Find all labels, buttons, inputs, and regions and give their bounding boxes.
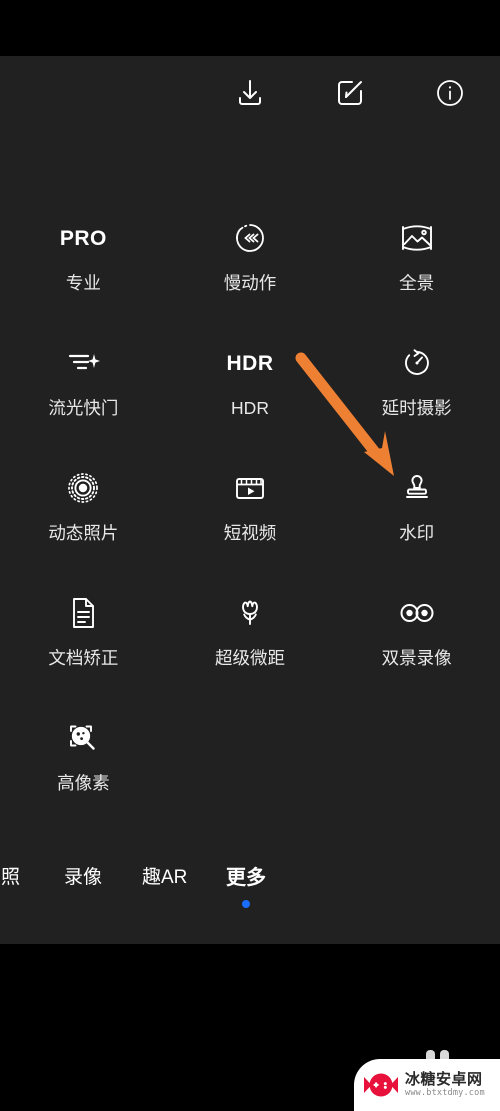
pro-label-glyph: PRO [59, 226, 107, 250]
document-correction-icon [53, 591, 113, 635]
mode-item-watermark[interactable]: 水印 [333, 450, 500, 575]
tab-ar[interactable]: 趣AR [142, 868, 187, 887]
mode-label: HDR [231, 398, 269, 418]
tab-video[interactable]: 录像 [64, 868, 102, 887]
modes-row: 动态照片 短视频 水印 [0, 450, 500, 575]
download-icon [234, 77, 266, 109]
hdr-label-glyph: HDR [226, 351, 274, 375]
watermark-site-name: 冰糖安卓网 [405, 1071, 483, 1089]
modes-row: 流光快门 HDR HDR 延时摄影 [0, 325, 500, 450]
mode-item-placeholder [167, 700, 334, 825]
light-painting-icon [53, 341, 113, 385]
mode-item-dual-view-video[interactable]: 双景录像 [333, 575, 500, 700]
tab-label: 拍照 [0, 867, 21, 888]
mode-label: 高像素 [57, 773, 110, 793]
site-watermark: 冰糖安卓网 www.btxtdmy.com [354, 1059, 500, 1111]
short-video-icon [220, 466, 280, 510]
mode-item-hdr[interactable]: HDR HDR [167, 325, 334, 450]
mode-item-time-lapse[interactable]: 延时摄影 [333, 325, 500, 450]
mode-item-live-photo[interactable]: 动态照片 [0, 450, 167, 575]
edit-square-pen-icon [335, 78, 365, 108]
tab-photo[interactable]: 拍照 [0, 868, 20, 887]
mode-item-light-painting[interactable]: 流光快门 [0, 325, 167, 450]
mode-label: 延时摄影 [381, 398, 452, 418]
tab-label: 更多 [226, 867, 266, 889]
mode-item-short-video[interactable]: 短视频 [167, 450, 334, 575]
mode-label: 水印 [399, 523, 435, 543]
camera-mode-tabbar: 拍照 录像 趣AR 更多 [0, 868, 500, 924]
mode-label: 慢动作 [223, 273, 277, 293]
live-photo-icon [53, 466, 113, 510]
mode-label: 全景 [399, 273, 435, 293]
dual-view-video-icon [387, 591, 447, 635]
mode-item-high-resolution[interactable]: 高像素 [0, 700, 167, 825]
watermark-stamp-icon [387, 466, 447, 510]
mode-item-super-macro[interactable]: 超级微距 [167, 575, 334, 700]
slow-motion-icon [220, 216, 280, 260]
pro-text-icon: PRO [53, 216, 113, 260]
download-button[interactable] [223, 66, 277, 120]
watermark-text: 冰糖安卓网 www.btxtdmy.com [405, 1072, 485, 1098]
mode-label: 双景录像 [381, 648, 452, 668]
candy-gamepad-logo-icon [362, 1066, 400, 1104]
tab-more[interactable]: 更多 [226, 868, 266, 908]
watermark-site-url: www.btxtdmy.com [405, 1087, 485, 1098]
top-action-bar [0, 62, 500, 124]
modes-row: 高像素 [0, 700, 500, 825]
active-tab-indicator-dot [242, 900, 250, 908]
super-macro-flower-icon [220, 591, 280, 635]
mode-item-panorama[interactable]: 全景 [333, 200, 500, 325]
hdr-text-icon: HDR [220, 341, 280, 385]
modes-row: 文档矫正 超级微距 双景录像 [0, 575, 500, 700]
panorama-icon [387, 216, 447, 260]
mode-label: 流光快门 [48, 398, 119, 418]
mode-label: 超级微距 [215, 648, 285, 668]
mode-item-slow-motion[interactable]: 慢动作 [167, 200, 334, 325]
edit-button[interactable] [323, 66, 377, 120]
info-button[interactable] [423, 66, 477, 120]
mode-label: 专业 [65, 273, 101, 293]
mode-item-placeholder [333, 700, 500, 825]
phone-screen: PRO 专业 慢动作 全景 流光快门 HDR HDR 延时摄影 动态照片 短视频… [0, 0, 500, 1111]
high-resolution-icon [53, 716, 113, 760]
mode-item-document-correction[interactable]: 文档矫正 [0, 575, 167, 700]
tab-label: 录像 [64, 867, 103, 888]
mode-label: 文档矫正 [48, 648, 119, 668]
mode-item-pro[interactable]: PRO 专业 [0, 200, 167, 325]
mode-label: 动态照片 [48, 523, 119, 543]
modes-grid: PRO 专业 慢动作 全景 流光快门 HDR HDR 延时摄影 动态照片 短视频… [0, 200, 500, 825]
time-lapse-icon [387, 341, 447, 385]
modes-row: PRO 专业 慢动作 全景 [0, 200, 500, 325]
info-circle-icon [435, 78, 465, 108]
tab-label: 趣AR [142, 867, 188, 888]
mode-label: 短视频 [223, 523, 277, 543]
